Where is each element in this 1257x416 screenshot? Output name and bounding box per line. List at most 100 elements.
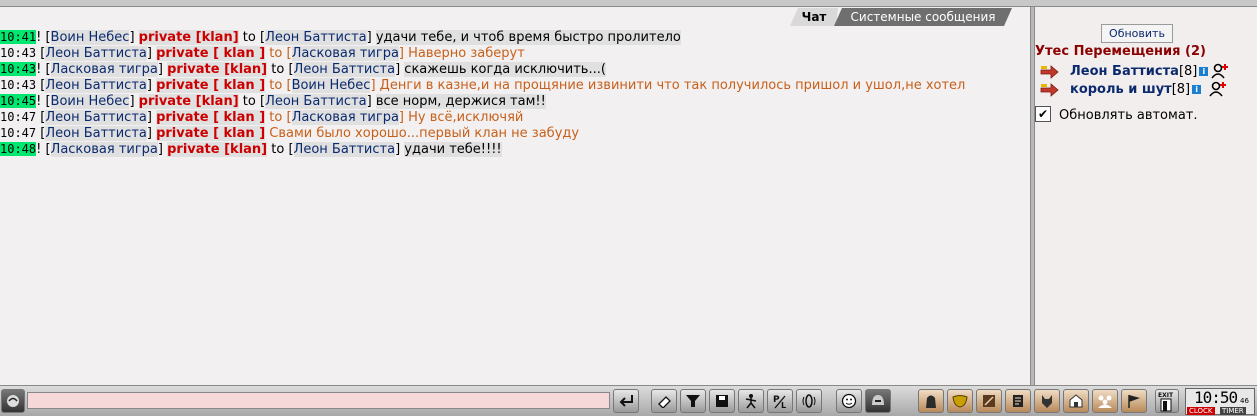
user-name[interactable]: Леон Баттиста [1070, 64, 1179, 79]
clear-icon[interactable] [651, 389, 677, 413]
clock-time: 10:50 [1194, 388, 1238, 407]
online-sidebar: Обновить Утес Перемещения (2) Леон Батти… [1035, 7, 1257, 385]
message-time[interactable]: 10:47 [0, 110, 36, 124]
message-text: удачи тебе, и чтоб время быстро пролител… [375, 30, 681, 45]
sender-name[interactable]: Леон Баттиста [45, 126, 147, 141]
chat-mode-icon[interactable] [1, 389, 25, 413]
online-user: король и шут[8] i [1035, 81, 1257, 99]
private-tag[interactable]: private [klan] [167, 142, 268, 157]
recipient-name[interactable]: Ласковая тигра [291, 46, 399, 61]
smiley-icon[interactable] [836, 389, 862, 413]
translit-icon[interactable]: PL [767, 389, 793, 413]
to-word: to [242, 94, 256, 109]
to-word: to [271, 62, 285, 77]
bottom-toolbar: PL EXIT 10:50 46 CLOCK TIMER [0, 385, 1257, 416]
recipient-name[interactable]: Воин Небес [291, 78, 371, 93]
user-level: [8] [1171, 82, 1191, 97]
tab-chat[interactable]: Чат [790, 8, 838, 26]
enter-arrow-icon [1040, 83, 1059, 97]
auto-refresh-checkbox[interactable]: ✔ [1035, 106, 1051, 122]
sender-name[interactable]: Воин Небес [50, 30, 130, 45]
message-text: скажешь когда исключить...( [404, 62, 606, 77]
sender-name[interactable]: Воин Небес [50, 94, 130, 109]
chat-message: 10:41! [Воин Небес] private [klan] to [Л… [0, 30, 681, 45]
tab-system-messages[interactable]: Системные сообщения [834, 8, 1012, 26]
to-word: to [269, 46, 283, 61]
sender-name[interactable]: Ласковая тигра [50, 142, 158, 157]
chat-panel: Чат Системные сообщения 10:41! [Воин Неб… [0, 7, 1030, 385]
chat-input[interactable] [27, 392, 610, 409]
top-frame-border [0, 0, 1257, 7]
message-time[interactable]: 10:48 [0, 142, 37, 156]
refresh-button[interactable]: Обновить [1101, 24, 1173, 43]
online-user: Леон Баттиста[8] i [1035, 63, 1257, 81]
scroll-icon[interactable] [1005, 389, 1031, 413]
add-friend-icon[interactable] [1209, 81, 1227, 97]
sender-name[interactable]: Ласковая тигра [50, 62, 158, 77]
private-tag[interactable]: private [ klan ] [156, 126, 266, 141]
mask-icon[interactable] [947, 389, 973, 413]
recipient-name[interactable]: Леон Баттиста [265, 30, 367, 45]
private-tag[interactable]: private [klan] [167, 62, 268, 77]
message-time[interactable]: 10:45 [0, 94, 37, 108]
message-text: Ну всё,исключяй [408, 110, 524, 125]
sound-icon[interactable] [796, 389, 822, 413]
wolf-icon[interactable] [1034, 389, 1060, 413]
chat-message: 10:43! [Ласковая тигра] private [klan] t… [0, 62, 606, 77]
message-text: Свами было хорошо...первый клан не забуд… [269, 126, 580, 141]
private-tag[interactable]: private [ klan ] [156, 46, 266, 61]
clock-label: CLOCK [1187, 407, 1215, 415]
to-word: to [242, 30, 256, 45]
location-title: Утес Перемещения (2) [1035, 44, 1206, 59]
private-tag[interactable]: private [ klan ] [156, 78, 266, 93]
dance-icon[interactable] [738, 389, 764, 413]
message-time[interactable]: 10:47 [0, 126, 36, 140]
message-time[interactable]: 10:43 [0, 62, 37, 76]
exit-icon[interactable]: EXIT [1155, 389, 1179, 413]
sender-name[interactable]: Леон Баттиста [45, 46, 147, 61]
recipient-name[interactable]: Леон Баттиста [265, 94, 367, 109]
recipient-name[interactable]: Леон Баттиста [293, 142, 396, 157]
message-time[interactable]: 10:43 [0, 46, 36, 60]
to-word: to [271, 142, 285, 157]
message-time[interactable]: 10:41 [0, 30, 37, 44]
message-time[interactable]: 10:43 [0, 78, 36, 92]
auto-refresh-label: Обновлять автомат. [1059, 108, 1198, 123]
message-text: все норм, держися там!! [375, 94, 546, 109]
add-friend-icon[interactable] [1211, 63, 1229, 79]
shop-icon[interactable] [1063, 389, 1089, 413]
helmet-icon[interactable] [865, 389, 891, 413]
chat-message: 10:43 [Леон Баттиста] private [ klan ] t… [0, 46, 525, 61]
chat-message: 10:45! [Воин Небес] private [klan] to [Л… [0, 94, 546, 109]
recipient-name[interactable]: Леон Баттиста [293, 62, 396, 77]
user-name[interactable]: король и шут [1070, 82, 1172, 97]
sender-name[interactable]: Леон Баттиста [45, 110, 147, 125]
recipient-name[interactable]: Ласковая тигра [291, 110, 399, 125]
message-text: Наверно заберут [408, 46, 525, 61]
group-icon[interactable] [1092, 389, 1118, 413]
send-icon[interactable] [613, 389, 639, 413]
svg-text:L: L [781, 401, 786, 409]
message-text: удачи тебе!!!! [404, 142, 502, 157]
clock-seconds: 46 [1240, 397, 1249, 405]
user-level: [8] [1178, 64, 1198, 79]
chat-log: 10:41! [Воин Небес] private [klan] to [Л… [0, 29, 1030, 157]
private-tag[interactable]: private [klan] [138, 30, 239, 45]
map-icon[interactable] [976, 389, 1002, 413]
flag-icon[interactable] [1121, 389, 1147, 413]
save-icon[interactable] [709, 389, 735, 413]
message-text: Денги в казне,и на прощяние извинити что… [379, 78, 966, 93]
user-info-icon[interactable]: i [1199, 67, 1209, 76]
private-tag[interactable]: private [klan] [138, 94, 239, 109]
user-info-icon[interactable]: i [1192, 85, 1202, 94]
chat-message: 10:47 [Леон Баттиста] private [ klan ] С… [0, 126, 580, 141]
inventory-icon[interactable] [918, 389, 944, 413]
chat-message: 10:48! [Ласковая тигра] private [klan] t… [0, 142, 502, 157]
private-tag[interactable]: private [ klan ] [156, 110, 266, 125]
to-word: to [269, 78, 283, 93]
chat-tabs: Чат Системные сообщения [790, 8, 1012, 26]
sender-name[interactable]: Леон Баттиста [45, 78, 147, 93]
timer-label: TIMER [1220, 407, 1246, 415]
game-clock[interactable]: 10:50 46 CLOCK TIMER [1185, 388, 1255, 415]
filter-icon[interactable] [680, 389, 706, 413]
